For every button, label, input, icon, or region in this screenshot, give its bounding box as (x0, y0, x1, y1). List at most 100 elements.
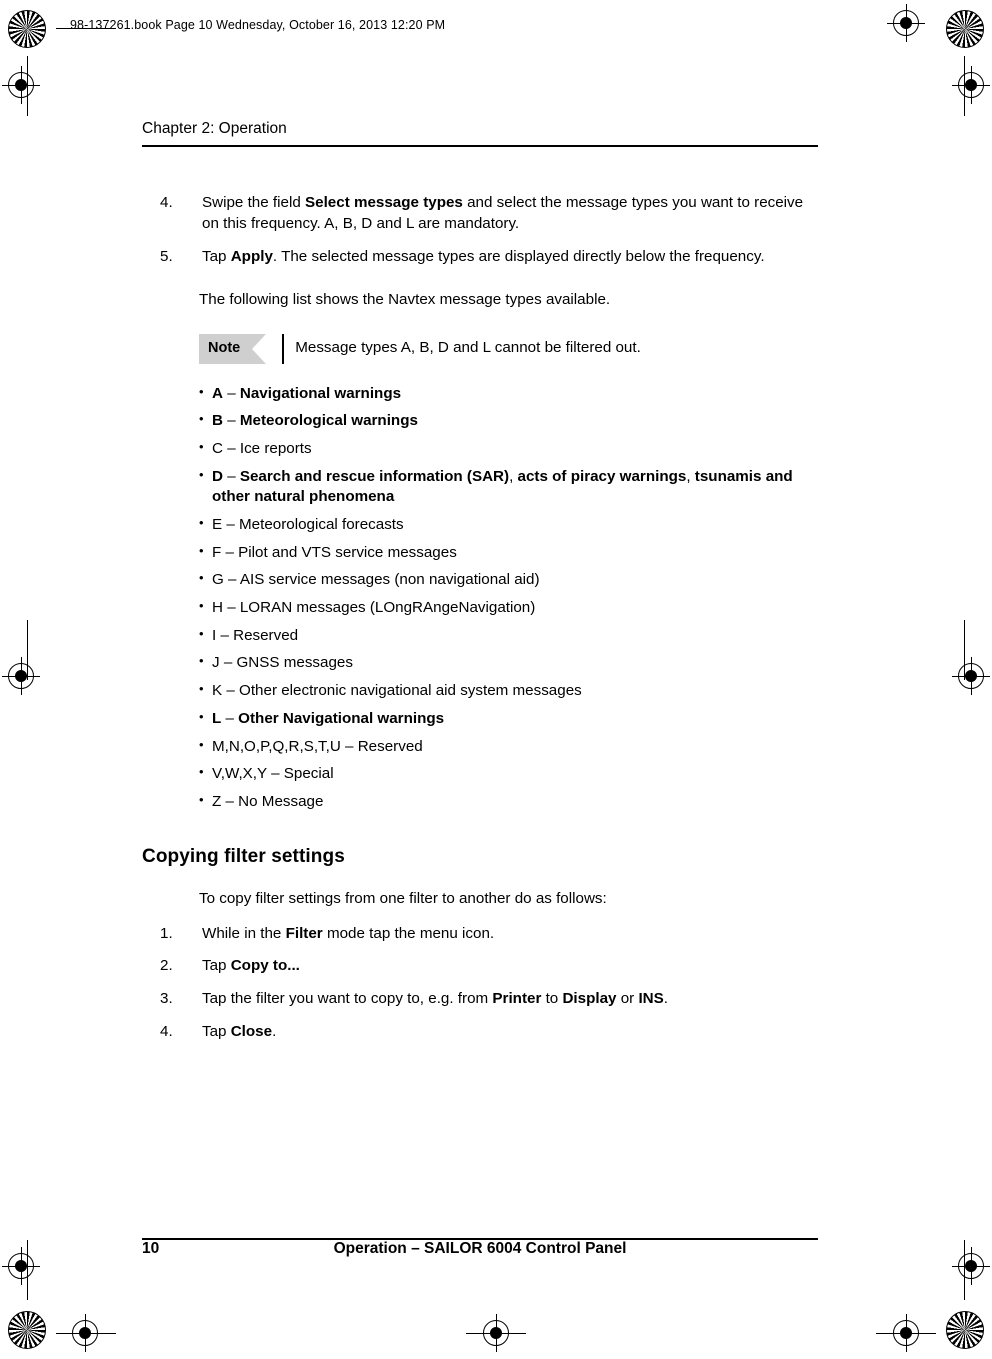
emphasis-text: Search and rescue information (SAR) (239, 467, 510, 485)
emphasis-text: Apply (230, 248, 273, 266)
procedure-steps-copy: 1. While in the Filter mode tap the menu … (142, 924, 818, 1043)
plain-text: C – Ice reports (212, 440, 312, 458)
emphasis-text: D (212, 467, 223, 485)
procedure-step: 3. Tap the filter you want to copy to, e.… (142, 989, 818, 1010)
crop-mark-low-right-vertical (964, 1240, 965, 1300)
message-type-item: B – Meteorological warnings (142, 410, 818, 431)
plain-text: . The selected message types are display… (272, 248, 765, 266)
message-type-item: H – LORAN messages (LOngRAngeNavigation) (142, 597, 818, 618)
page-footer: 10 Operation – SAILOR 6004 Control Panel (142, 1240, 818, 1258)
message-type-item: A – Navigational warnings (142, 383, 818, 404)
section-heading: Copying filter settings (142, 846, 345, 868)
emphasis-text: Display (562, 990, 617, 1008)
step-number: 3. (160, 990, 173, 1008)
plain-text: . (272, 1022, 277, 1040)
registration-target-left-middle (2, 657, 40, 695)
message-type-item: J – GNSS messages (142, 652, 818, 673)
registration-star-bottom-right (946, 1311, 984, 1349)
step-number: 4. (160, 194, 173, 211)
plain-text: Swipe the field (202, 194, 305, 211)
plain-text: Tap (202, 248, 231, 266)
plain-text: Tap (202, 1022, 231, 1040)
page-content: Chapter 2: Operation 4. Swipe the field S… (142, 120, 818, 1054)
registration-star-bottom-left (8, 1311, 46, 1349)
message-type-item: Z – No Message (142, 791, 818, 812)
emphasis-text: Navigational warnings (239, 384, 402, 402)
step-number: 5. (160, 248, 173, 266)
emphasis-text: B (212, 412, 223, 430)
message-type-item: M,N,O,P,Q,R,S,T,U – Reserved (142, 736, 818, 757)
crop-mark-bottom-horizontal-right (876, 1333, 936, 1334)
plain-text: or (616, 990, 639, 1008)
plain-text: – (222, 384, 240, 402)
plain-text: Tap the filter you want to copy to, e.g.… (202, 990, 493, 1008)
emphasis-text: Select message types (305, 194, 463, 211)
message-type-item: E – Meteorological forecasts (142, 514, 818, 535)
message-type-item: C – Ice reports (142, 438, 818, 459)
body: 4. Swipe the field Select message types a… (142, 193, 818, 1042)
message-type-item: V,W,X,Y – Special (142, 763, 818, 784)
plain-text: Z – No Message (212, 792, 324, 810)
footer-page-number: 10 (142, 1240, 160, 1257)
note-text: Message types A, B, D and L cannot be fi… (295, 339, 641, 357)
emphasis-text: Other Navigational warnings (238, 709, 445, 727)
file-stamp: 98-137261.book Page 10 Wednesday, Octobe… (70, 18, 446, 32)
emphasis-text: Meteorological warnings (239, 412, 418, 430)
plain-text: – (222, 412, 240, 430)
crop-mark-mid-left-vertical (27, 620, 28, 680)
step-text: Tap Copy to... (202, 957, 300, 974)
registration-target-left-upper (2, 66, 40, 104)
crop-mark-mid-right-vertical (964, 620, 965, 680)
step-text: Tap the filter you want to copy to, e.g.… (202, 990, 668, 1007)
step-number: 1. (160, 924, 173, 942)
emphasis-text: INS (638, 990, 664, 1008)
plain-text: G – AIS service messages (non navigation… (212, 571, 540, 589)
plain-text: M,N,O,P,Q,R,S,T,U – Reserved (212, 737, 423, 755)
header-rule (142, 145, 818, 147)
plain-text: While in the (202, 924, 286, 942)
intro-paragraph: The following list shows the Navtex mess… (199, 291, 611, 309)
plain-text: – (222, 467, 240, 485)
plain-text: mode tap the menu icon. (322, 924, 495, 942)
message-type-list: A – Navigational warnings B – Meteorologi… (142, 383, 818, 813)
procedure-step: 5. Tap Apply. The selected message types … (142, 247, 818, 268)
message-type-item: D – Search and rescue information (SAR),… (142, 466, 818, 507)
emphasis-text: A (212, 384, 223, 402)
registration-target-left-lower (2, 1247, 40, 1285)
procedure-steps-top: 4. Swipe the field Select message types a… (142, 193, 818, 268)
step-number: 4. (160, 1022, 173, 1040)
emphasis-text: Copy to... (230, 957, 300, 975)
procedure-step: 4. Tap Close. (142, 1022, 818, 1043)
emphasis-text: Close (230, 1022, 273, 1040)
crop-mark-top-left-vertical (27, 56, 28, 116)
message-type-item: I – Reserved (142, 625, 818, 646)
procedure-step: 1. While in the Filter mode tap the menu … (142, 924, 818, 945)
emphasis-text: L (212, 709, 222, 727)
plain-text: – (221, 709, 239, 727)
plain-text: J – GNSS messages (212, 654, 353, 672)
registration-target-top-right (887, 4, 925, 42)
plain-text: K – Other electronic navigational aid sy… (212, 682, 582, 700)
message-type-item: G – AIS service messages (non navigation… (142, 569, 818, 590)
section-intro: To copy filter settings from one filter … (199, 890, 607, 908)
crop-mark-bottom-horizontal-left (56, 1333, 116, 1334)
step-text: While in the Filter mode tap the menu ic… (202, 925, 494, 942)
plain-text: , (509, 467, 518, 485)
registration-star-top-right (946, 10, 984, 48)
step-number: 2. (160, 957, 173, 975)
plain-text: H – LORAN messages (LOngRAngeNavigation) (212, 598, 536, 616)
note-label: Note (199, 333, 267, 364)
procedure-step: 4. Swipe the field Select message types a… (142, 193, 818, 234)
plain-text: I – Reserved (212, 626, 299, 644)
registration-target-right-lower (952, 1247, 990, 1285)
note-box: Note Message types A, B, D and L cannot … (199, 333, 818, 364)
message-type-item: F – Pilot and VTS service messages (142, 541, 818, 563)
message-type-item: K – Other electronic navigational aid sy… (142, 680, 818, 701)
step-text: Tap Apply. The selected message types ar… (202, 248, 765, 265)
registration-target-right-middle (952, 657, 990, 695)
plain-text: Tap (202, 957, 231, 975)
plain-text: V,W,X,Y – Special (212, 765, 334, 783)
footer-title: Operation – SAILOR 6004 Control Panel (333, 1240, 627, 1257)
procedure-step: 2. Tap Copy to... (142, 956, 818, 977)
registration-target-right-upper (952, 66, 990, 104)
